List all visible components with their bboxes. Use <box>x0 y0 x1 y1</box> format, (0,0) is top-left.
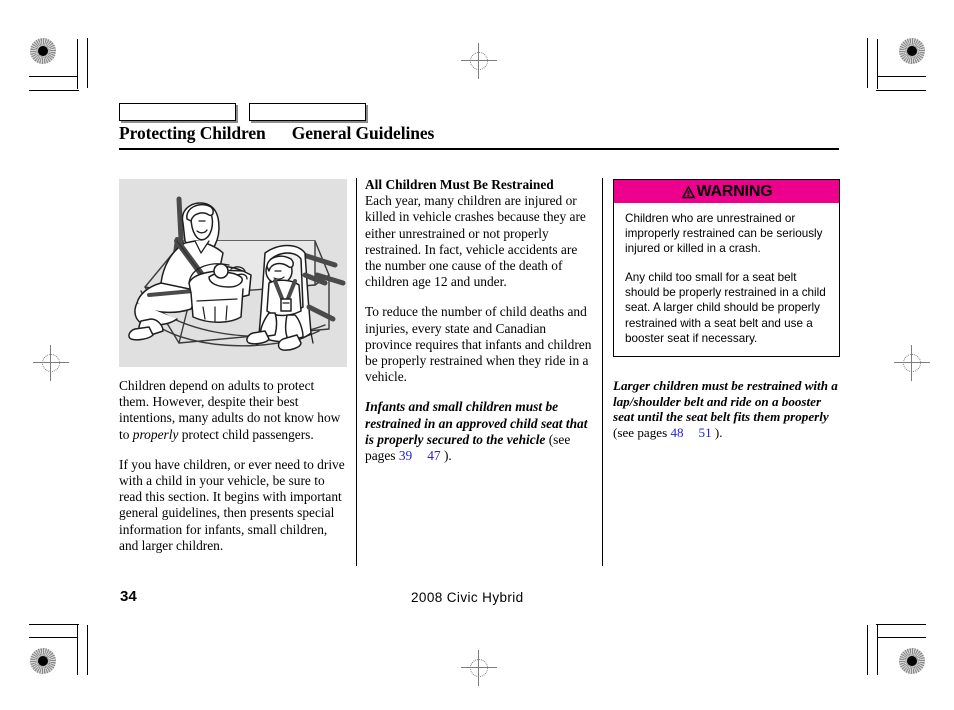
middle-heading: All Children Must Be Restrained <box>365 177 554 192</box>
warning-paragraph-2: Any child too small for a seat belt shou… <box>625 271 826 345</box>
header-tabs <box>119 103 366 121</box>
manual-page: Protecting Children General Guidelines C… <box>0 0 954 710</box>
page-number: 34 <box>120 588 137 605</box>
warning-title: WARNING <box>696 182 773 200</box>
warning-paragraph-1: Children who are unrestrained or imprope… <box>625 212 823 256</box>
child-restraint-illustration <box>119 179 347 367</box>
page-reference-51[interactable]: 51 <box>699 425 712 440</box>
page-subtitle: General Guidelines <box>291 123 435 143</box>
tab-2[interactable] <box>249 103 366 121</box>
warning-banner: WARNING <box>614 180 839 203</box>
crosshair-mark-left <box>33 345 69 381</box>
illustration-svg <box>128 196 346 351</box>
tab-1[interactable] <box>119 103 236 121</box>
left-paragraph-1-italic: properly <box>132 426 179 442</box>
title-divider-rule <box>119 148 839 150</box>
right-note-emphasis: Larger children must be restrained with … <box>613 377 838 425</box>
warning-triangle-icon <box>681 185 696 199</box>
right-column-note: Larger children must be restrained with … <box>613 378 840 441</box>
right-note-ref-suffix: ). <box>711 425 723 441</box>
middle-column: All Children Must Be Restrained Each yea… <box>365 177 593 464</box>
page-title: Protecting Children <box>119 123 266 143</box>
right-column: WARNING Children who are unrestrained or… <box>613 179 840 441</box>
page-title-row: Protecting Children General Guidelines <box>119 123 839 144</box>
left-paragraph-2: If you have children, or ever need to dr… <box>119 456 345 553</box>
warning-triangle-svg <box>681 185 695 198</box>
left-paragraph-1: Children depend on adults to protect the… <box>119 378 347 443</box>
crosshair-mark-bottom <box>461 650 497 686</box>
warning-box: WARNING Children who are unrestrained or… <box>613 179 840 357</box>
middle-emphasis-paragraph: Infants and small children must be restr… <box>365 399 593 464</box>
column-divider-left <box>356 178 357 566</box>
column-divider-right <box>602 178 603 566</box>
page-reference-47[interactable]: 47 <box>427 448 440 463</box>
middle-heading-block: All Children Must Be Restrained <box>365 177 593 193</box>
page-reference-48[interactable]: 48 <box>670 425 683 440</box>
left-paragraph-1-part2: protect child passengers. <box>178 426 314 442</box>
middle-paragraph-2: To reduce the number of child deaths and… <box>365 304 592 385</box>
footer-model-name: 2008 Civic Hybrid <box>411 590 524 605</box>
middle-ref-suffix: ). <box>440 448 452 464</box>
left-column-body: Children depend on adults to protect the… <box>119 378 347 554</box>
right-note-ref-prefix: (see pages <box>613 425 671 441</box>
crosshair-mark-right <box>894 345 930 381</box>
warning-body: Children who are unrestrained or imprope… <box>614 203 839 356</box>
left-column: Children depend on adults to protect the… <box>119 179 347 554</box>
crosshair-mark-top <box>461 43 497 79</box>
middle-paragraph-1: Each year, many children are injured or … <box>365 193 586 290</box>
page-reference-39[interactable]: 39 <box>399 448 412 463</box>
